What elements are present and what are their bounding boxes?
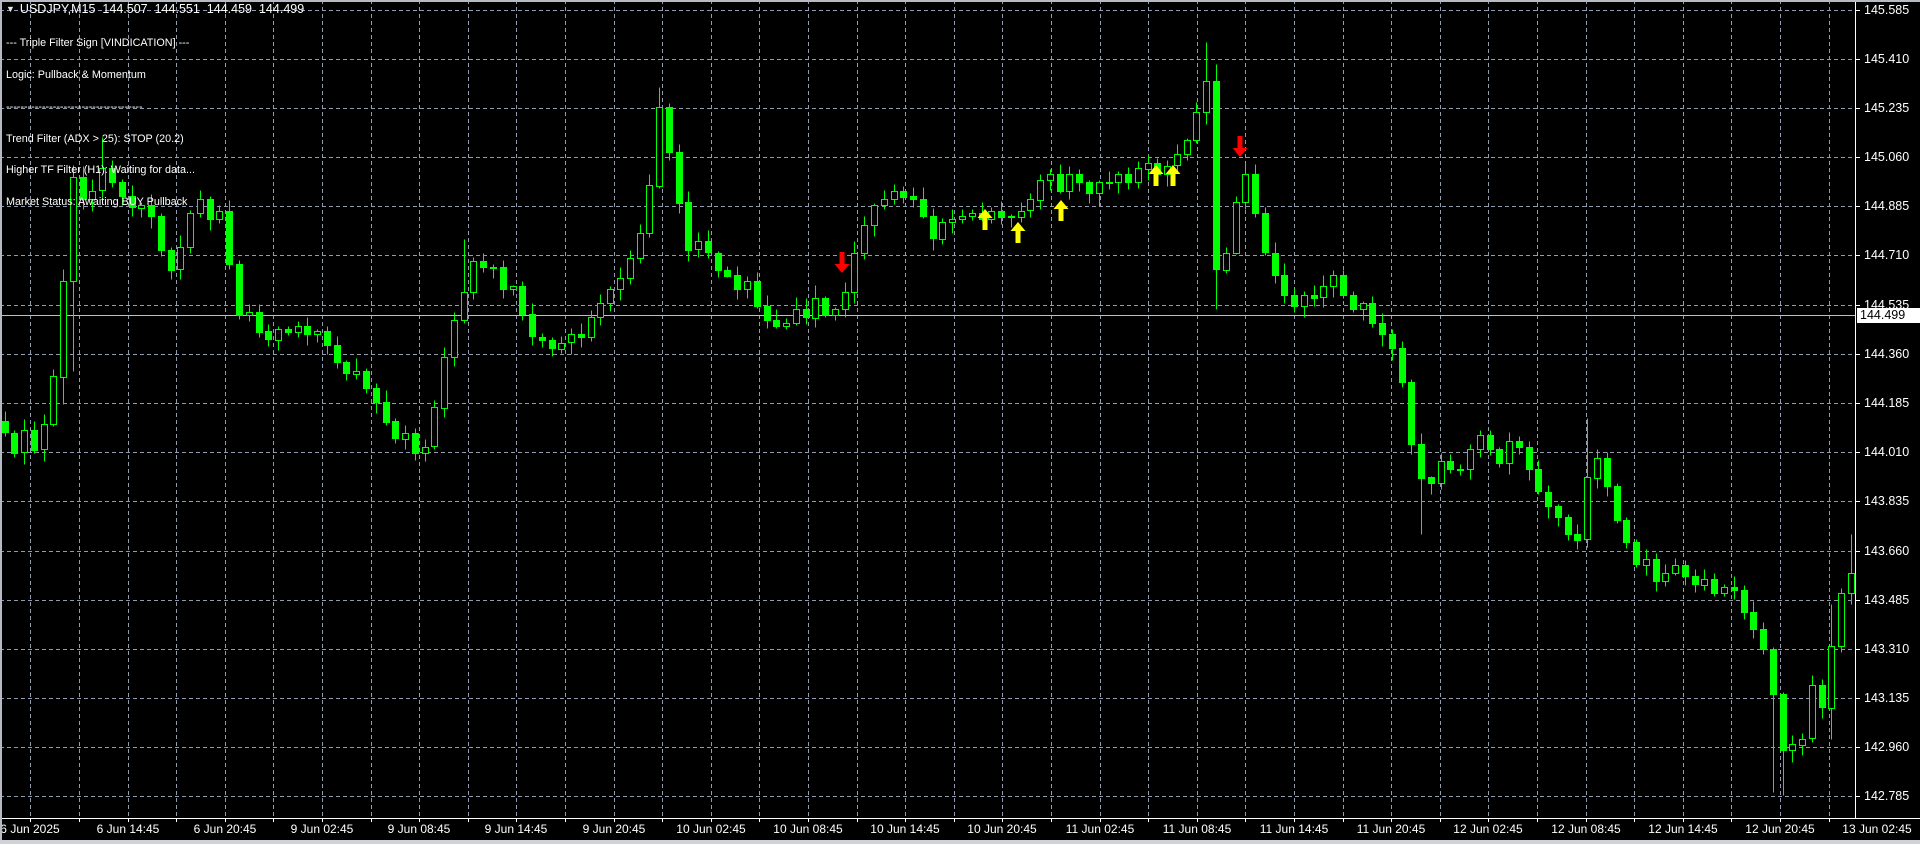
time-tick-label: 9 Jun 02:45 <box>290 822 354 836</box>
price-tick-label: 143.135 <box>1864 691 1910 705</box>
time-tick <box>857 819 858 822</box>
time-tick-label: 10 Jun 14:45 <box>870 822 940 836</box>
price-tick-label: 144.360 <box>1864 347 1910 361</box>
time-tick <box>79 819 80 822</box>
window-left-edge <box>0 0 2 844</box>
time-tick-label: 10 Jun 08:45 <box>773 822 843 836</box>
price-tick <box>1856 600 1860 601</box>
indicator-status-panel: --- Triple Filter Sign [VINDICATION] ---… <box>6 17 195 229</box>
ohlc-close: 144.499 <box>258 2 305 16</box>
price-tick-label: 145.410 <box>1864 52 1910 66</box>
ohlc-high: 144.551 <box>154 2 200 16</box>
time-tick-label: 11 Jun 14:45 <box>1259 822 1329 836</box>
price-tick <box>1856 108 1860 109</box>
indicator-title-line: --- Triple Filter Sign [VINDICATION] --- <box>6 37 190 50</box>
time-tick <box>1343 819 1344 822</box>
time-tick-label: 12 Jun 20:45 <box>1745 822 1815 836</box>
price-tick <box>1856 10 1860 11</box>
time-tick <box>1148 819 1149 822</box>
indicator-market-status-line: Market Status: Awaiting BUY Pullback <box>6 196 188 209</box>
price-tick <box>1856 501 1860 502</box>
time-tick-label: 9 Jun 20:45 <box>582 822 646 836</box>
price-tick-label: 145.235 <box>1864 101 1910 115</box>
time-tick <box>565 819 566 822</box>
time-tick-label: 11 Jun 20:45 <box>1356 822 1426 836</box>
price-tick-label: 143.310 <box>1864 642 1910 656</box>
time-tick-label: 10 Jun 20:45 <box>967 822 1037 836</box>
time-tick-label: 11 Jun 02:45 <box>1065 822 1135 836</box>
price-tick-label: 143.485 <box>1864 593 1910 607</box>
price-tick <box>1856 157 1860 158</box>
price-tick-label: 144.885 <box>1864 199 1910 213</box>
price-axis[interactable]: 144.499 145.585 145.410 145.235 145.060 144.… <box>1856 0 1920 818</box>
grid <box>0 0 1856 818</box>
time-tick <box>662 819 663 822</box>
sell-arrow-icon[interactable] <box>1232 136 1248 157</box>
time-tick-label: 12 Jun 14:45 <box>1648 822 1718 836</box>
candles-series <box>2 42 1855 796</box>
price-tick <box>1856 305 1860 306</box>
mt4-chart-window: 144.499 145.585 145.410 145.235 145.060 144.… <box>0 0 1920 844</box>
price-tick <box>1856 698 1860 699</box>
price-tick <box>1856 255 1860 256</box>
price-tick-label: 145.585 <box>1864 3 1910 17</box>
price-tick-label: 144.185 <box>1864 396 1910 410</box>
price-axis-border <box>1855 0 1856 819</box>
indicator-logic-line: Logic: Pullback & Momentum <box>6 68 146 81</box>
price-tick-label: 143.660 <box>1864 544 1910 558</box>
time-tick-label: 13 Jun 02:45 <box>1842 822 1912 836</box>
price-tick <box>1856 206 1860 207</box>
time-tick <box>468 819 469 822</box>
indicator-trend-filter-line: Trend Filter (ADX > 25): STOP (20.2) <box>6 132 184 145</box>
price-tick <box>1856 551 1860 552</box>
price-tick <box>1856 403 1860 404</box>
time-tick-label: 11 Jun 08:45 <box>1162 822 1232 836</box>
candlestick-chart[interactable] <box>0 0 1856 818</box>
time-tick <box>1245 819 1246 822</box>
price-tick-label: 145.060 <box>1864 150 1910 164</box>
current-price-badge: 144.499 <box>1857 308 1920 323</box>
time-tick <box>1537 819 1538 822</box>
time-tick <box>1829 819 1830 822</box>
time-tick-label: 6 Jun 2025 <box>0 822 60 836</box>
price-tick-label: 144.710 <box>1864 248 1910 262</box>
window-bottom-edge <box>0 840 1920 844</box>
price-tick <box>1856 59 1860 60</box>
time-tick <box>954 819 955 822</box>
time-tick <box>1634 819 1635 822</box>
time-tick-label: 10 Jun 02:45 <box>676 822 746 836</box>
price-tick-label: 144.010 <box>1864 445 1910 459</box>
price-tick-label: 142.960 <box>1864 740 1910 754</box>
time-tick <box>759 819 760 822</box>
time-tick-label: 6 Jun 14:45 <box>96 822 160 836</box>
chart-title: ▼ USDJPY,M15 144.507 144.551 144.459 144.499 <box>6 3 304 16</box>
price-tick-label: 142.785 <box>1864 789 1910 803</box>
time-tick <box>176 819 177 822</box>
time-tick-label: 12 Jun 02:45 <box>1453 822 1523 836</box>
time-tick <box>1051 819 1052 822</box>
buy-arrow-icon[interactable] <box>1010 222 1026 243</box>
time-tick <box>273 819 274 822</box>
price-tick-label: 143.835 <box>1864 494 1910 508</box>
time-tick-label: 12 Jun 08:45 <box>1551 822 1621 836</box>
price-tick <box>1856 649 1860 650</box>
time-tick <box>1440 819 1441 822</box>
time-tick <box>1731 819 1732 822</box>
time-tick-label: 9 Jun 14:45 <box>484 822 548 836</box>
time-tick-label: 9 Jun 08:45 <box>387 822 451 836</box>
indicator-htf-filter-line: Higher TF Filter (H1): Waiting for data.… <box>6 164 195 177</box>
indicator-collapse-icon[interactable]: ▼ <box>6 3 15 16</box>
time-axis[interactable]: 6 Jun 2025 6 Jun 14:45 6 Jun 20:45 9 Jun 02… <box>0 819 1920 840</box>
price-tick <box>1856 747 1860 748</box>
price-tick <box>1856 796 1860 797</box>
time-tick-label: 6 Jun 20:45 <box>193 822 257 836</box>
buy-arrow-icon[interactable] <box>1053 200 1069 221</box>
symbol-timeframe: USDJPY,M15 <box>19 2 96 16</box>
ohlc-open: 144.507 <box>102 2 148 16</box>
price-tick <box>1856 452 1860 453</box>
indicator-separator-line: -------------------------------------- <box>6 100 143 113</box>
ohlc-low: 144.459 <box>206 2 252 16</box>
price-tick <box>1856 354 1860 355</box>
time-tick <box>371 819 372 822</box>
